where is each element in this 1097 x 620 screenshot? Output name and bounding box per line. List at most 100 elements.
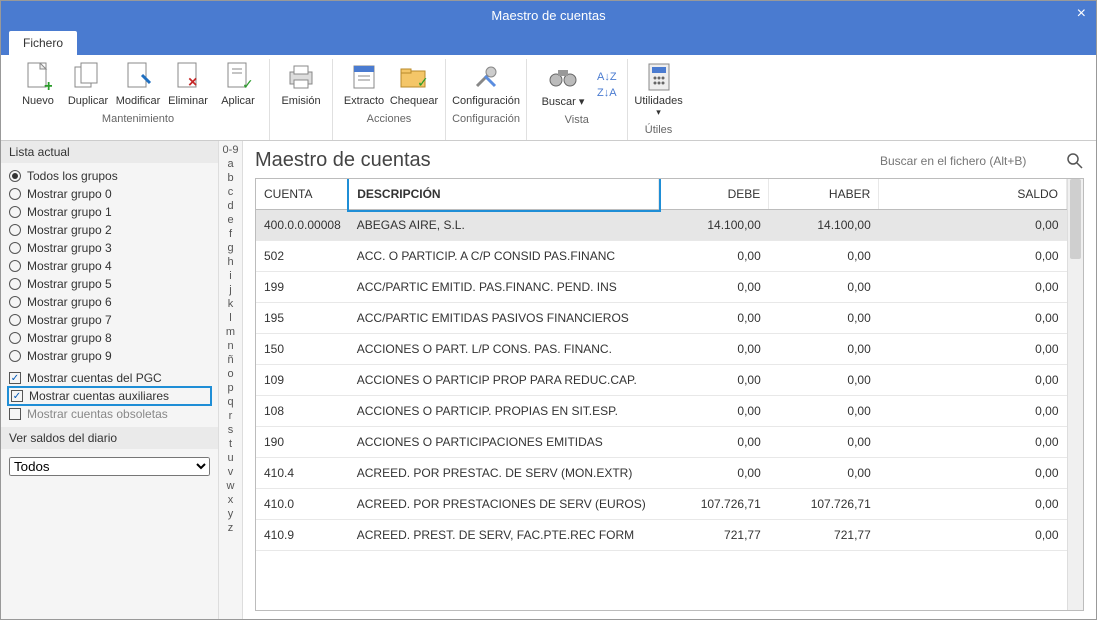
table-row[interactable]: 195ACC/PARTIC EMITIDAS PASIVOS FINANCIER…	[256, 303, 1067, 334]
az-e[interactable]: e	[219, 213, 242, 227]
ribbon-group-label: Acciones	[367, 109, 412, 129]
radio-icon	[9, 350, 21, 362]
check-button[interactable]: ✓ Chequear	[389, 59, 439, 109]
az-o[interactable]: o	[219, 367, 242, 381]
check-aux[interactable]: Mostrar cuentas auxiliares	[9, 388, 210, 404]
ribbon-group-configuration: Configuración Configuración	[446, 59, 527, 140]
radio-group-4[interactable]: Mostrar grupo 3	[9, 239, 210, 257]
table-row[interactable]: 410.9ACREED. PREST. DE SERV, FAC.PTE.REC…	[256, 520, 1067, 551]
modify-button[interactable]: Modificar	[113, 59, 163, 109]
sort-asc-icon[interactable]: A↓Z	[597, 71, 617, 83]
table-row[interactable]: 199ACC/PARTIC EMITID. PAS.FINANC. PEND. …	[256, 272, 1067, 303]
check-pgc[interactable]: Mostrar cuentas del PGC	[9, 369, 210, 387]
radio-group-9[interactable]: Mostrar grupo 8	[9, 329, 210, 347]
config-button[interactable]: Configuración	[452, 59, 520, 109]
new-button[interactable]: + Nuevo	[13, 59, 63, 109]
az-r[interactable]: r	[219, 409, 242, 423]
title-bar: Maestro de cuentas ×	[1, 1, 1096, 29]
az-d[interactable]: d	[219, 199, 242, 213]
table-row[interactable]: 410.0ACREED. POR PRESTACIONES DE SERV (E…	[256, 489, 1067, 520]
search-input[interactable]	[878, 153, 1058, 169]
extract-icon	[348, 61, 380, 93]
duplicate-button[interactable]: Duplicar	[63, 59, 113, 109]
chevron-down-icon: ▾	[656, 107, 661, 118]
search-dropdown-button[interactable]: Buscar ▾	[533, 59, 593, 110]
delete-button[interactable]: × Eliminar	[163, 59, 213, 109]
az-f[interactable]: f	[219, 227, 242, 241]
az-s[interactable]: s	[219, 423, 242, 437]
delete-icon: ×	[172, 61, 204, 93]
table-row[interactable]: 108ACCIONES O PARTICIP. PROPIAS EN SIT.E…	[256, 396, 1067, 427]
table-row[interactable]: 190ACCIONES O PARTICIPACIONES EMITIDAS0,…	[256, 427, 1067, 458]
az-a[interactable]: a	[219, 157, 242, 171]
az-v[interactable]: v	[219, 465, 242, 479]
ribbon-group-label: Vista	[565, 110, 589, 130]
az-w[interactable]: w	[219, 479, 242, 493]
table-row[interactable]: 150ACCIONES O PART. L/P CONS. PAS. FINAN…	[256, 334, 1067, 365]
radio-group-1[interactable]: Mostrar grupo 0	[9, 185, 210, 203]
radio-icon	[9, 332, 21, 344]
radio-group-5[interactable]: Mostrar grupo 4	[9, 257, 210, 275]
radio-icon	[9, 206, 21, 218]
apply-button[interactable]: ✓ Aplicar	[213, 59, 263, 109]
ribbon: + Nuevo Duplicar Modificar	[1, 55, 1096, 141]
radio-group-0[interactable]: Todos los grupos	[9, 167, 210, 185]
ribbon-group-label: Útiles	[645, 120, 673, 140]
emission-button[interactable]: Emisión	[276, 59, 326, 109]
binoculars-icon	[547, 61, 579, 93]
az-z[interactable]: z	[219, 521, 242, 535]
radio-group-2[interactable]: Mostrar grupo 1	[9, 203, 210, 221]
ribbon-group-label: Mantenimiento	[102, 109, 174, 129]
az-y[interactable]: y	[219, 507, 242, 521]
check-obs[interactable]: Mostrar cuentas obsoletas	[9, 405, 210, 423]
az-k[interactable]: k	[219, 297, 242, 311]
balances-select[interactable]: Todos	[9, 457, 210, 476]
radio-group-6[interactable]: Mostrar grupo 5	[9, 275, 210, 293]
az-m[interactable]: m	[219, 325, 242, 339]
table-row[interactable]: 502ACC. O PARTICIP. A C/P CONSID PAS.FIN…	[256, 241, 1067, 272]
search-icon[interactable]	[1066, 152, 1084, 170]
apply-icon: ✓	[222, 61, 254, 93]
calculator-icon	[643, 61, 675, 93]
table-row[interactable]: 400.0.0.00008ABEGAS AIRE, S.L.14.100,001…	[256, 210, 1067, 241]
az-x[interactable]: x	[219, 493, 242, 507]
radio-icon	[9, 260, 21, 272]
az-t[interactable]: t	[219, 437, 242, 451]
radio-group-7[interactable]: Mostrar grupo 6	[9, 293, 210, 311]
col-debit[interactable]: DEBE	[659, 179, 769, 210]
az-i[interactable]: i	[219, 269, 242, 283]
ribbon-group-actions: Extracto ✓ Chequear Acciones	[333, 59, 446, 140]
az-ñ[interactable]: ñ	[219, 353, 242, 367]
extract-button[interactable]: Extracto	[339, 59, 389, 109]
radio-icon	[9, 170, 21, 182]
az-c[interactable]: c	[219, 185, 242, 199]
sidebar-section-title: Ver saldos del diario	[1, 427, 218, 449]
col-balance[interactable]: SALDO	[879, 179, 1067, 210]
table-row[interactable]: 109ACCIONES O PARTICIP PROP PARA REDUC.C…	[256, 365, 1067, 396]
vertical-scrollbar[interactable]	[1067, 179, 1083, 610]
utilities-button[interactable]: Utilidades ▾	[634, 59, 684, 120]
radio-group-8[interactable]: Mostrar grupo 7	[9, 311, 210, 329]
az-0-9[interactable]: 0-9	[219, 143, 242, 157]
az-l[interactable]: l	[219, 311, 242, 325]
main-panel: Maestro de cuentas CUENTA DESCRIPCIÓN	[243, 141, 1096, 619]
col-credit[interactable]: HABER	[769, 179, 879, 210]
radio-group-3[interactable]: Mostrar grupo 2	[9, 221, 210, 239]
az-p[interactable]: p	[219, 381, 242, 395]
radio-icon	[9, 314, 21, 326]
tab-fichero[interactable]: Fichero	[9, 31, 77, 55]
az-g[interactable]: g	[219, 241, 242, 255]
sort-desc-icon[interactable]: Z↓A	[597, 87, 617, 99]
col-description[interactable]: DESCRIPCIÓN	[349, 179, 659, 210]
close-icon[interactable]: ×	[1077, 5, 1086, 23]
svg-text:✓: ✓	[417, 74, 429, 90]
az-b[interactable]: b	[219, 171, 242, 185]
radio-group-10[interactable]: Mostrar grupo 9	[9, 347, 210, 365]
az-q[interactable]: q	[219, 395, 242, 409]
az-j[interactable]: j	[219, 283, 242, 297]
az-n[interactable]: n	[219, 339, 242, 353]
table-row[interactable]: 410.4ACREED. POR PRESTAC. DE SERV (MON.E…	[256, 458, 1067, 489]
col-account[interactable]: CUENTA	[256, 179, 349, 210]
az-u[interactable]: u	[219, 451, 242, 465]
az-h[interactable]: h	[219, 255, 242, 269]
